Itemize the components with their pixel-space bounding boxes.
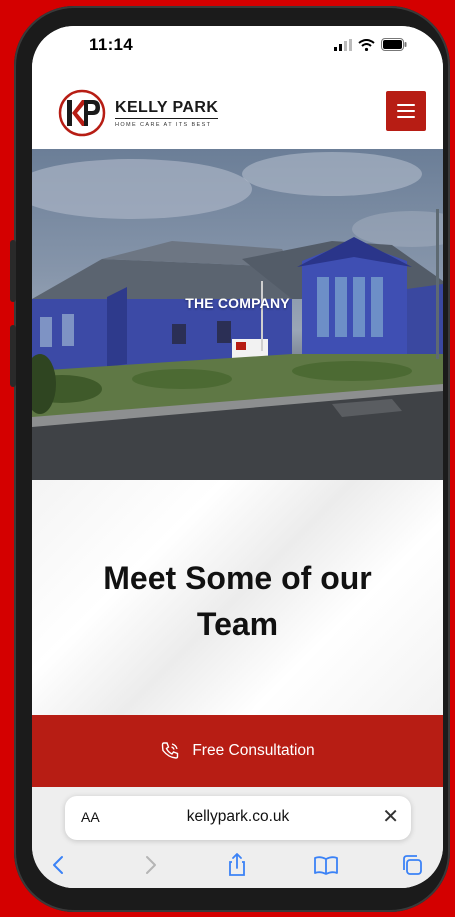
- close-icon[interactable]: ✕: [382, 805, 399, 829]
- back-icon[interactable]: [45, 851, 73, 879]
- building-photo: [32, 152, 443, 480]
- bookmarks-icon[interactable]: [312, 851, 340, 879]
- share-icon[interactable]: [223, 851, 251, 879]
- site-header: KELLY PARK HOME CARE AT ITS BEST: [32, 66, 443, 149]
- browser-toolbar: AA kellypark.co.uk ✕: [32, 787, 443, 888]
- phone-call-icon: [162, 742, 179, 759]
- menu-line-icon: [397, 104, 415, 106]
- brand-name: KELLY PARK: [115, 99, 219, 119]
- kp-logo-mark: [58, 89, 106, 137]
- tabs-icon[interactable]: [398, 851, 426, 879]
- volume-up-button: [10, 240, 16, 302]
- team-section: Meet Some of our Team: [32, 480, 443, 715]
- navigation-toolbar: [32, 849, 443, 881]
- status-time: 11:14: [89, 35, 134, 54]
- hamburger-menu-button[interactable]: [386, 91, 426, 131]
- battery-icon: [381, 38, 407, 51]
- status-icons: [334, 38, 407, 51]
- hero-title: THE COMPANY: [185, 295, 290, 311]
- screen: 11:14 KELLY PARK HOME CARE AT ITS BEST T…: [32, 26, 443, 888]
- wifi-icon: [358, 38, 375, 51]
- cta-label: Free Consultation: [192, 742, 315, 759]
- status-bar: 11:14: [32, 26, 443, 66]
- brand-text: KELLY PARK HOME CARE AT ITS BEST: [115, 99, 219, 128]
- menu-line-icon: [397, 116, 415, 118]
- forward-icon[interactable]: [136, 851, 164, 879]
- menu-line-icon: [397, 110, 415, 112]
- address-bar[interactable]: AA kellypark.co.uk ✕: [65, 796, 411, 840]
- volume-down-button: [10, 325, 16, 387]
- free-consultation-button[interactable]: Free Consultation: [32, 715, 443, 787]
- logo[interactable]: KELLY PARK HOME CARE AT ITS BEST: [57, 88, 219, 138]
- signal-icon: [334, 38, 352, 51]
- team-heading: Meet Some of our Team: [103, 560, 372, 642]
- hero-banner: THE COMPANY: [32, 149, 443, 480]
- brand-tagline: HOME CARE AT ITS BEST: [115, 121, 212, 128]
- url-text[interactable]: kellypark.co.uk: [65, 808, 411, 826]
